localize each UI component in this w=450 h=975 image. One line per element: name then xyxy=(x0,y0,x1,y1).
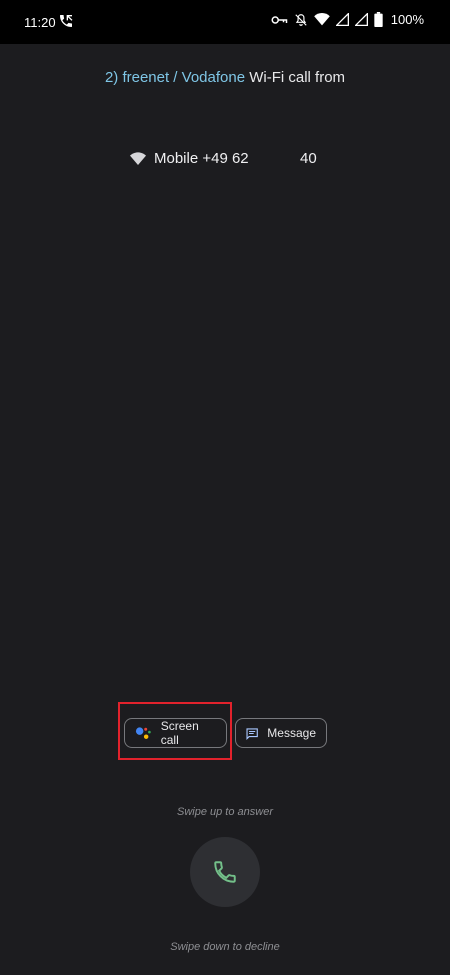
vpn-key-icon xyxy=(271,15,287,24)
message-label: Message xyxy=(267,726,316,740)
message-button[interactable]: Message xyxy=(235,718,327,748)
caller-number-label: Mobile +49 62 xyxy=(154,150,249,167)
answer-button[interactable] xyxy=(190,837,260,907)
call-type: Wi-Fi call from xyxy=(249,69,346,86)
wifi-icon xyxy=(130,151,146,165)
message-icon xyxy=(246,727,258,740)
battery-percent: 100% xyxy=(390,12,424,27)
wifi-call-icon xyxy=(60,15,73,27)
status-icons: 100% xyxy=(270,12,424,27)
signal-icon xyxy=(354,13,368,26)
swipe-up-hint: Swipe up to answer xyxy=(177,806,273,818)
phone-icon xyxy=(214,861,236,883)
mute-icon xyxy=(295,13,307,26)
highlight-annotation xyxy=(118,702,232,760)
status-time: 11:20 xyxy=(24,15,56,30)
caller-number-tail: 40 xyxy=(300,150,317,167)
caller-number: Mobile +49 62 40 xyxy=(130,150,317,167)
signal-icon xyxy=(335,13,349,26)
wifi-icon xyxy=(313,13,330,26)
carrier-name: 2) freenet / Vodafone xyxy=(104,69,246,86)
call-header: 2) freenet / Vodafone Wi-Fi call from xyxy=(0,69,450,86)
status-bar: 11:20 100% xyxy=(0,0,450,44)
battery-icon xyxy=(374,12,383,27)
swipe-down-hint: Swipe down to decline xyxy=(170,941,280,953)
